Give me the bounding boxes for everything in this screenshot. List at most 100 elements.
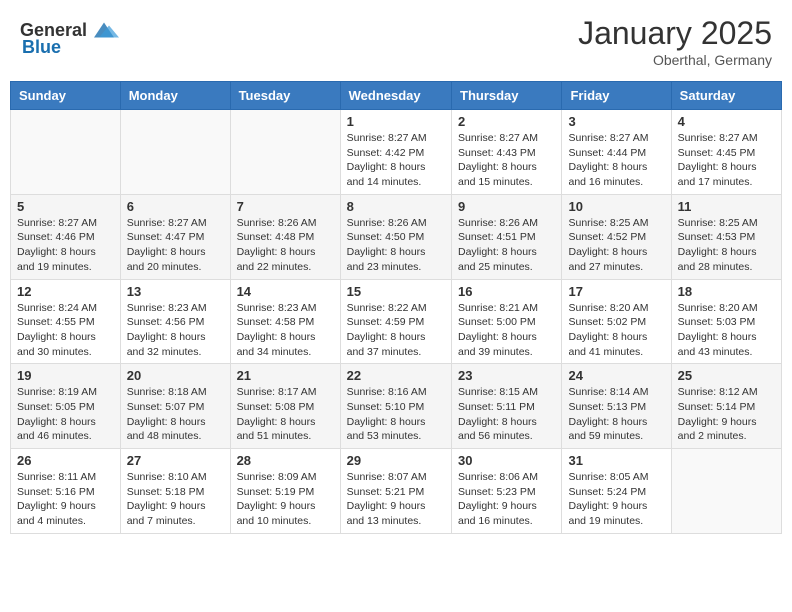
column-header-sunday: Sunday [11, 82, 121, 110]
calendar-cell [671, 449, 781, 534]
day-info: Sunrise: 8:18 AM Sunset: 5:07 PM Dayligh… [127, 385, 224, 444]
day-number: 1 [347, 114, 445, 129]
calendar-cell: 6Sunrise: 8:27 AM Sunset: 4:47 PM Daylig… [120, 194, 230, 279]
calendar-cell: 10 Sunrise: 8:25 AM Sunset: 4:52 PM Dayli… [562, 194, 671, 279]
day-info: Sunrise: 8:22 AM Sunset: 4:59 PM Dayligh… [347, 301, 445, 360]
day-number: 13 [127, 284, 224, 299]
day-number: 25 [678, 368, 775, 383]
calendar-cell: 4 Sunrise: 8:27 AM Sunset: 4:45 PM Daylig… [671, 110, 781, 195]
calendar-cell: 9 Sunrise: 8:26 AM Sunset: 4:51 PM Daylig… [452, 194, 562, 279]
calendar-cell [230, 110, 340, 195]
day-info: Sunrise: 8:23 AM Sunset: 4:58 PM Dayligh… [237, 301, 334, 360]
day-info: Sunrise: 8:27 AM Sunset: 4:45 PM Dayligh… [678, 131, 775, 190]
day-number: 30 [458, 453, 555, 468]
calendar-cell: 31 Sunrise: 8:05 AM Sunset: 5:24 PM Dayli… [562, 449, 671, 534]
day-number: 23 [458, 368, 555, 383]
day-number: 21 [237, 368, 334, 383]
day-info: Sunrise: 8:20 AM Sunset: 5:03 PM Dayligh… [678, 301, 775, 360]
day-number: 16 [458, 284, 555, 299]
calendar-cell: 28 Sunrise: 8:09 AM Sunset: 5:19 PM Dayli… [230, 449, 340, 534]
day-info: Sunrise: 8:27 AM Sunset: 4:46 PM Dayligh… [17, 216, 114, 275]
day-number: 4 [678, 114, 775, 129]
calendar-cell: 26 Sunrise: 8:11 AM Sunset: 5:16 PM Dayli… [11, 449, 121, 534]
calendar-cell: 3 Sunrise: 8:27 AM Sunset: 4:44 PM Daylig… [562, 110, 671, 195]
day-info: Sunrise: 8:11 AM Sunset: 5:16 PM Dayligh… [17, 470, 114, 529]
day-info: Sunrise: 8:17 AM Sunset: 5:08 PM Dayligh… [237, 385, 334, 444]
day-number: 11 [678, 199, 775, 214]
calendar-week-row: 19 Sunrise: 8:19 AM Sunset: 5:05 PM Dayli… [11, 364, 782, 449]
calendar-cell: 1Sunrise: 8:27 AM Sunset: 4:42 PM Daylig… [340, 110, 451, 195]
day-info: Sunrise: 8:23 AM Sunset: 4:56 PM Dayligh… [127, 301, 224, 360]
day-info: Sunrise: 8:07 AM Sunset: 5:21 PM Dayligh… [347, 470, 445, 529]
calendar-cell: 29 Sunrise: 8:07 AM Sunset: 5:21 PM Dayli… [340, 449, 451, 534]
day-info: Sunrise: 8:25 AM Sunset: 4:52 PM Dayligh… [568, 216, 664, 275]
column-header-friday: Friday [562, 82, 671, 110]
calendar-cell: 30Sunrise: 8:06 AM Sunset: 5:23 PM Dayli… [452, 449, 562, 534]
day-info: Sunrise: 8:26 AM Sunset: 4:51 PM Dayligh… [458, 216, 555, 275]
calendar-cell: 24Sunrise: 8:14 AM Sunset: 5:13 PM Dayli… [562, 364, 671, 449]
day-info: Sunrise: 8:16 AM Sunset: 5:10 PM Dayligh… [347, 385, 445, 444]
day-number: 2 [458, 114, 555, 129]
calendar-cell: 16 Sunrise: 8:21 AM Sunset: 5:00 PM Dayli… [452, 279, 562, 364]
day-info: Sunrise: 8:21 AM Sunset: 5:00 PM Dayligh… [458, 301, 555, 360]
calendar-cell: 13 Sunrise: 8:23 AM Sunset: 4:56 PM Dayli… [120, 279, 230, 364]
day-info: Sunrise: 8:27 AM Sunset: 4:43 PM Dayligh… [458, 131, 555, 190]
day-number: 31 [568, 453, 664, 468]
calendar-cell: 12 Sunrise: 8:24 AM Sunset: 4:55 PM Dayli… [11, 279, 121, 364]
day-number: 20 [127, 368, 224, 383]
day-number: 27 [127, 453, 224, 468]
calendar-cell: 23 Sunrise: 8:15 AM Sunset: 5:11 PM Dayli… [452, 364, 562, 449]
calendar-cell: 19 Sunrise: 8:19 AM Sunset: 5:05 PM Dayli… [11, 364, 121, 449]
day-info: Sunrise: 8:05 AM Sunset: 5:24 PM Dayligh… [568, 470, 664, 529]
day-number: 29 [347, 453, 445, 468]
day-info: Sunrise: 8:25 AM Sunset: 4:53 PM Dayligh… [678, 216, 775, 275]
logo-blue-text: Blue [22, 37, 61, 58]
day-info: Sunrise: 8:27 AM Sunset: 4:44 PM Dayligh… [568, 131, 664, 190]
day-number: 14 [237, 284, 334, 299]
column-header-tuesday: Tuesday [230, 82, 340, 110]
calendar-cell [11, 110, 121, 195]
day-number: 18 [678, 284, 775, 299]
calendar-cell: 7Sunrise: 8:26 AM Sunset: 4:48 PM Daylig… [230, 194, 340, 279]
day-number: 15 [347, 284, 445, 299]
logo: General Blue [20, 15, 119, 58]
day-number: 19 [17, 368, 114, 383]
calendar-cell: 27 Sunrise: 8:10 AM Sunset: 5:18 PM Dayli… [120, 449, 230, 534]
calendar-cell: 17 Sunrise: 8:20 AM Sunset: 5:02 PM Dayli… [562, 279, 671, 364]
title-section: January 2025 Oberthal, Germany [578, 15, 772, 68]
column-header-thursday: Thursday [452, 82, 562, 110]
day-number: 12 [17, 284, 114, 299]
calendar-cell [120, 110, 230, 195]
day-number: 3 [568, 114, 664, 129]
calendar-cell: 8Sunrise: 8:26 AM Sunset: 4:50 PM Daylig… [340, 194, 451, 279]
day-number: 6 [127, 199, 224, 214]
day-number: 22 [347, 368, 445, 383]
day-info: Sunrise: 8:15 AM Sunset: 5:11 PM Dayligh… [458, 385, 555, 444]
day-info: Sunrise: 8:10 AM Sunset: 5:18 PM Dayligh… [127, 470, 224, 529]
location-subtitle: Oberthal, Germany [578, 52, 772, 68]
day-info: Sunrise: 8:24 AM Sunset: 4:55 PM Dayligh… [17, 301, 114, 360]
day-info: Sunrise: 8:12 AM Sunset: 5:14 PM Dayligh… [678, 385, 775, 444]
month-title: January 2025 [578, 15, 772, 52]
calendar-week-row: 26 Sunrise: 8:11 AM Sunset: 5:16 PM Dayli… [11, 449, 782, 534]
day-number: 10 [568, 199, 664, 214]
logo-icon [89, 15, 119, 45]
column-header-monday: Monday [120, 82, 230, 110]
calendar-table: SundayMondayTuesdayWednesdayThursdayFrid… [10, 81, 782, 534]
day-info: Sunrise: 8:19 AM Sunset: 5:05 PM Dayligh… [17, 385, 114, 444]
calendar-cell: 14 Sunrise: 8:23 AM Sunset: 4:58 PM Dayli… [230, 279, 340, 364]
day-info: Sunrise: 8:14 AM Sunset: 5:13 PM Dayligh… [568, 385, 664, 444]
calendar-cell: 5Sunrise: 8:27 AM Sunset: 4:46 PM Daylig… [11, 194, 121, 279]
page-header: General Blue January 2025 Oberthal, Germ… [10, 10, 782, 73]
day-number: 9 [458, 199, 555, 214]
column-header-wednesday: Wednesday [340, 82, 451, 110]
day-info: Sunrise: 8:20 AM Sunset: 5:02 PM Dayligh… [568, 301, 664, 360]
day-number: 17 [568, 284, 664, 299]
calendar-cell: 25 Sunrise: 8:12 AM Sunset: 5:14 PM Dayli… [671, 364, 781, 449]
calendar-cell: 21 Sunrise: 8:17 AM Sunset: 5:08 PM Dayli… [230, 364, 340, 449]
day-number: 28 [237, 453, 334, 468]
calendar-cell: 11 Sunrise: 8:25 AM Sunset: 4:53 PM Dayli… [671, 194, 781, 279]
day-info: Sunrise: 8:09 AM Sunset: 5:19 PM Dayligh… [237, 470, 334, 529]
day-number: 26 [17, 453, 114, 468]
day-info: Sunrise: 8:26 AM Sunset: 4:50 PM Dayligh… [347, 216, 445, 275]
